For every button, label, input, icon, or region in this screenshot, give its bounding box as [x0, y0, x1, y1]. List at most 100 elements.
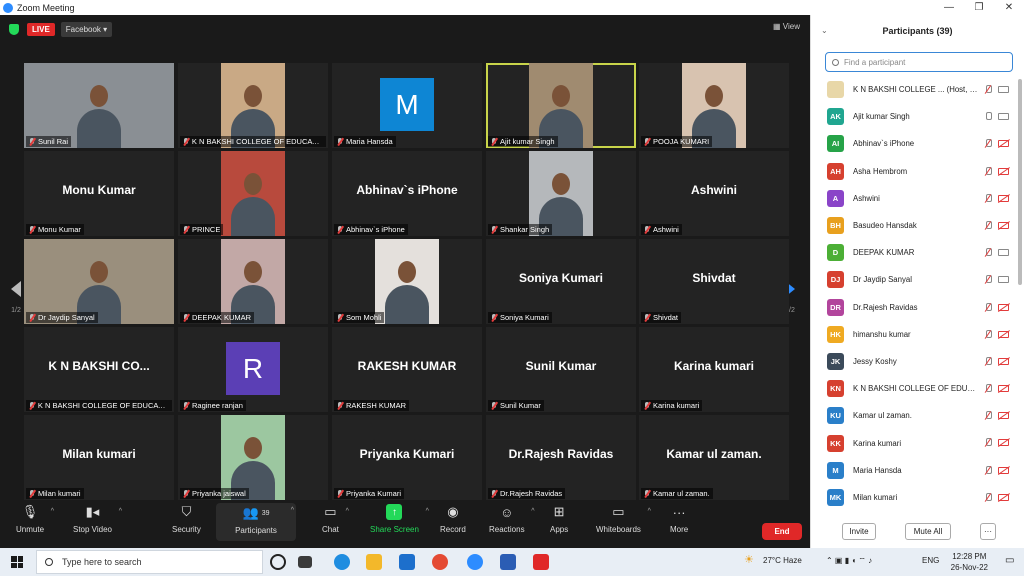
participant-row[interactable]: DR Dr.Rajesh Ravidas: [811, 294, 1017, 321]
video-off-icon[interactable]: [998, 167, 1009, 175]
video-tile[interactable]: Shankar Singh: [486, 151, 636, 236]
mic-muted-icon[interactable]: [984, 193, 992, 203]
mic-muted-icon[interactable]: [984, 492, 992, 502]
mic-muted-icon[interactable]: [984, 411, 992, 420]
participant-search-input[interactable]: [844, 57, 1004, 67]
maximize-icon[interactable]: ❐: [964, 0, 994, 15]
video-off-icon[interactable]: [998, 194, 1009, 202]
media-app-icon[interactable]: [533, 554, 549, 570]
chevron-up-icon[interactable]: ^: [531, 508, 534, 515]
taskbar-search[interactable]: Type here to search: [36, 550, 263, 574]
word-icon[interactable]: [500, 554, 516, 570]
video-tile[interactable]: Milan kumari Milan kumari: [24, 415, 174, 500]
record-button[interactable]: ◉ Record: [440, 504, 466, 534]
chevron-up-icon[interactable]: ^: [291, 507, 294, 514]
video-tile[interactable]: Ashwini Ashwini: [639, 151, 789, 236]
mute-all-button[interactable]: Mute All: [905, 523, 951, 540]
mic-muted-icon[interactable]: [984, 438, 992, 447]
video-tile[interactable]: Sunil Rai: [24, 63, 174, 148]
video-tile[interactable]: DEEPAK KUMAR: [178, 239, 328, 324]
minimize-icon[interactable]: —: [934, 0, 964, 15]
participant-row[interactable]: AI Abhinav`s iPhone: [811, 130, 1017, 157]
video-off-icon[interactable]: [998, 439, 1009, 447]
chat-button[interactable]: ▭ Chat ^: [322, 504, 349, 534]
video-tile[interactable]: K N BAKSHI CO... K N BAKSHI COLLEGE OF ED…: [24, 327, 174, 412]
participant-row[interactable]: K N BAKSHI COLLEGE ... (Host, me): [811, 76, 1017, 103]
panel-more-button[interactable]: ···: [980, 523, 996, 540]
edge-browser-icon[interactable]: [334, 554, 350, 570]
video-off-icon[interactable]: [998, 303, 1009, 311]
chevron-up-icon[interactable]: ^: [346, 508, 349, 515]
participants-button[interactable]: 👥 39 Participants ^: [216, 503, 296, 541]
chevron-up-icon[interactable]: ^: [51, 508, 54, 515]
participant-list-scrollbar[interactable]: [1018, 79, 1022, 285]
chevron-up-icon[interactable]: ^: [648, 508, 651, 515]
mic-muted-icon[interactable]: [984, 356, 992, 366]
prev-page-nav[interactable]: 1/2: [8, 273, 24, 329]
invite-button[interactable]: Invite: [842, 523, 876, 540]
video-tile[interactable]: Priyanka jaiswal: [178, 415, 328, 500]
video-camera-icon[interactable]: [998, 113, 1009, 121]
video-camera-icon[interactable]: [998, 86, 1009, 93]
mic-muted-icon[interactable]: [984, 220, 992, 230]
file-explorer-icon[interactable]: [366, 554, 382, 570]
chevron-up-icon[interactable]: ^: [426, 508, 429, 515]
mic-muted-icon[interactable]: [984, 302, 992, 312]
participant-row[interactable]: A Ashwini: [811, 185, 1017, 212]
participant-row[interactable]: KK Karina kumari: [811, 429, 1017, 456]
participant-row[interactable]: JK Jessy Koshy: [811, 348, 1017, 375]
whiteboards-button[interactable]: ▭ Whiteboards ^: [596, 504, 651, 534]
participant-row[interactable]: AH Asha Hembrom: [811, 158, 1017, 185]
taskbar-clock[interactable]: 12:28 PM 26-Nov-22: [951, 551, 988, 573]
video-tile[interactable]: Soniya Kumari Soniya Kumari: [486, 239, 636, 324]
mic-icon[interactable]: [984, 112, 992, 121]
notification-icon[interactable]: ▭: [1005, 555, 1014, 566]
mic-muted-icon[interactable]: [984, 248, 992, 257]
video-tile[interactable]: R Raginee ranjan: [178, 327, 328, 412]
mic-muted-icon[interactable]: [984, 384, 992, 393]
video-tile[interactable]: Dr Jaydip Sanyal: [24, 239, 174, 324]
stop-video-button[interactable]: ▮◂ Stop Video ^: [73, 504, 122, 534]
video-tile[interactable]: RAKESH KUMAR RAKESH KUMAR: [332, 327, 482, 412]
participant-row[interactable]: HK himanshu kumar: [811, 321, 1017, 348]
video-tile[interactable]: Monu Kumar Monu Kumar: [24, 151, 174, 236]
video-tile[interactable]: K N BAKSHI COLLEGE OF EDUCATI...: [178, 63, 328, 148]
video-off-icon[interactable]: [998, 385, 1009, 393]
participant-row[interactable]: BH Basudeo Hansdak: [811, 212, 1017, 239]
mic-muted-icon[interactable]: [984, 465, 992, 475]
end-meeting-button[interactable]: End: [762, 523, 802, 540]
reactions-button[interactable]: ☺ Reactions ^: [489, 504, 535, 535]
video-off-icon[interactable]: [998, 357, 1009, 365]
language-indicator[interactable]: ENG: [922, 556, 939, 565]
video-off-icon[interactable]: [998, 412, 1009, 420]
mic-muted-icon[interactable]: [984, 85, 992, 94]
video-off-icon[interactable]: [998, 140, 1009, 148]
video-tile[interactable]: Kamar ul zaman. Kamar ul zaman.: [639, 415, 789, 500]
participant-row[interactable]: M Maria Hansda: [811, 457, 1017, 484]
zoom-taskbar-icon[interactable]: [467, 554, 483, 570]
windows-start-icon[interactable]: [11, 556, 23, 568]
video-tile[interactable]: Karina kumari Karina kumari: [639, 327, 789, 412]
video-camera-icon[interactable]: [998, 249, 1009, 257]
video-off-icon[interactable]: [998, 466, 1009, 474]
participant-row[interactable]: MK Milan kumari: [811, 484, 1017, 511]
live-badge[interactable]: LIVE: [27, 22, 55, 36]
cortana-icon[interactable]: [270, 554, 286, 570]
participant-row[interactable]: DJ Dr Jaydip Sanyal: [811, 266, 1017, 293]
video-off-icon[interactable]: [998, 330, 1009, 338]
video-tile[interactable]: Priyanka Kumari Priyanka Kumari: [332, 415, 482, 500]
chrome-icon[interactable]: [432, 554, 448, 570]
unmute-button[interactable]: 🎙 Unmute ^: [16, 504, 54, 534]
mic-muted-icon[interactable]: [984, 139, 992, 148]
weather-icon[interactable]: ☀: [744, 553, 754, 566]
participant-row[interactable]: KN K N BAKSHI COLLEGE OF EDUCA...: [811, 375, 1017, 402]
apps-button[interactable]: ⊞ Apps: [550, 504, 568, 534]
video-tile[interactable]: Sunil Kumar Sunil Kumar: [486, 327, 636, 412]
video-camera-icon[interactable]: [998, 276, 1009, 284]
participant-search[interactable]: [825, 52, 1013, 72]
arrow-left-icon[interactable]: [11, 281, 21, 297]
video-off-icon[interactable]: [998, 221, 1009, 229]
video-tile[interactable]: M Maria Hansda: [332, 63, 482, 148]
video-off-icon[interactable]: [998, 493, 1009, 501]
task-view-icon[interactable]: [298, 556, 312, 568]
